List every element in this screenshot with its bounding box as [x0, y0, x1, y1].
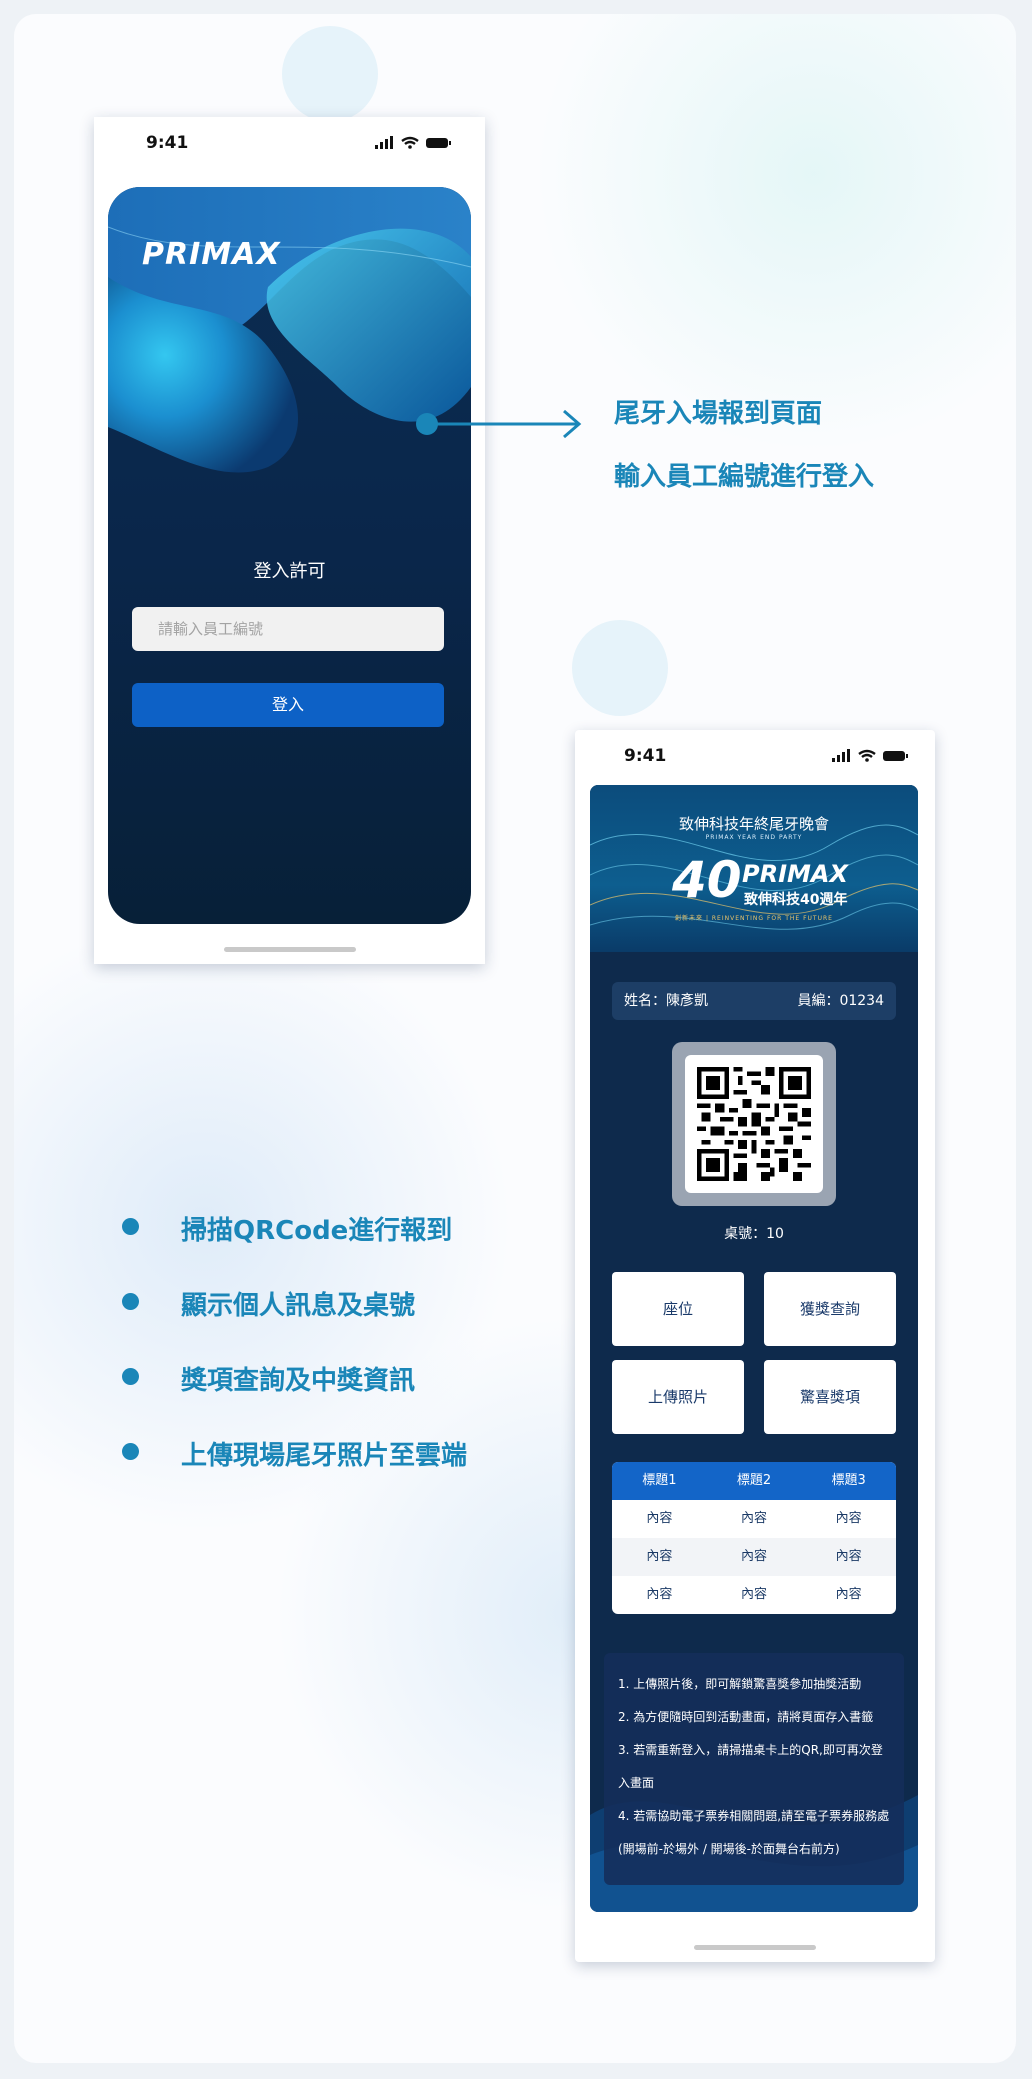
- table-header-cell: 標題3: [831, 1473, 866, 1488]
- employee-info-bar: 姓名：陳彥凱 員編：01234: [612, 982, 896, 1020]
- table-cell: 內容: [646, 1511, 673, 1526]
- status-icons: [831, 748, 911, 767]
- table-cell: 內容: [646, 1549, 673, 1564]
- table-cell: 內容: [835, 1511, 862, 1526]
- note-item: 3. 若需重新登入，請掃描桌卡上的QR,即可再次登入畫面: [618, 1743, 883, 1790]
- qr-code-frame: [672, 1042, 836, 1206]
- bullet-icon: [122, 1218, 139, 1235]
- employee-id: 員編：01234: [797, 993, 884, 1009]
- table-header-row: 標題1 標題2 標題3: [612, 1462, 896, 1500]
- home-indicator: [694, 1945, 816, 1950]
- table-cell: 內容: [835, 1549, 862, 1564]
- table-cell: 內容: [741, 1587, 768, 1602]
- decor-bubble: [572, 620, 668, 716]
- banner-subtitle: PRIMAX YEAR END PARTY: [705, 834, 803, 841]
- status-time: 9:41: [146, 133, 189, 153]
- note-item: 1. 上傳照片後，即可解鎖驚喜獎參加抽獎活動: [618, 1677, 862, 1691]
- banner-slogan: 創新未來 | REINVENTING FOR THE FUTURE: [675, 915, 833, 922]
- table-cell: 內容: [835, 1587, 862, 1602]
- table-number: 桌號：10: [724, 1226, 784, 1242]
- login-phone-mockup: 9:41 PRIMAX 登入許可 請輸入員工編號 登入: [94, 117, 485, 964]
- bullet-icon: [122, 1293, 139, 1310]
- callout-line-2: 輸入員工編號進行登入: [614, 462, 875, 492]
- signal-wifi-battery-icon: [832, 749, 908, 762]
- login-button[interactable]: 登入: [132, 683, 444, 727]
- party-phone-mockup: 9:41 致伸科技年終尾牙晚會 PRIMAX YEAR END PARTY 40…: [575, 730, 935, 1962]
- presentation-canvas: 9:41 PRIMAX 登入許可 請輸入員工編號 登入 尾牙入場報到頁面 輸入員…: [14, 14, 1016, 2063]
- surprise-prize-button[interactable]: 驚喜獎項: [764, 1360, 896, 1434]
- seat-button[interactable]: 座位: [612, 1272, 744, 1346]
- login-hero-art: [108, 187, 471, 473]
- table-cell: 內容: [741, 1549, 768, 1564]
- note-item: 2. 為方便隨時回到活動畫面，請將頁面存入書籤: [618, 1710, 874, 1724]
- status-bar: 9:41: [94, 117, 485, 169]
- qr-code-icon: [697, 1067, 811, 1181]
- home-indicator: [224, 947, 356, 952]
- table-row: 內容 內容 內容: [612, 1538, 896, 1576]
- notes-panel: 1. 上傳照片後，即可解鎖驚喜獎參加抽獎活動 2. 為方便隨時回到活動畫面，請將…: [604, 1653, 904, 1885]
- table-cell: 內容: [646, 1587, 673, 1602]
- award-query-button[interactable]: 獲獎查詢: [764, 1272, 896, 1346]
- table-row: 內容 內容 內容: [612, 1576, 896, 1614]
- login-title: 登入許可: [253, 561, 326, 582]
- status-time: 9:41: [624, 746, 667, 766]
- callout-line-1: 尾牙入場報到頁面: [614, 399, 823, 429]
- anniversary-number: 40: [672, 851, 742, 909]
- status-icons: [374, 135, 454, 154]
- employee-name: 姓名：陳彥凱: [624, 993, 708, 1009]
- table-header-cell: 標題1: [642, 1473, 677, 1488]
- note-item: 4. 若需協助電子票券相關問題,請至電子票券服務處(開場前-於場外 / 開場後-…: [618, 1809, 890, 1856]
- decor-glow: [534, 14, 1016, 454]
- info-table: 標題1 標題2 標題3 內容 內容 內容 內容 內容 內容 內容 內容 內容: [612, 1462, 896, 1614]
- banner-anniversary-text: 致伸科技40週年: [744, 892, 848, 908]
- upload-photo-button[interactable]: 上傳照片: [612, 1360, 744, 1434]
- party-checkin-screen: 致伸科技年終尾牙晚會 PRIMAX YEAR END PARTY 40 PRIM…: [590, 785, 918, 1912]
- table-cell: 內容: [741, 1511, 768, 1526]
- party-banner: 致伸科技年終尾牙晚會 PRIMAX YEAR END PARTY 40 PRIM…: [590, 785, 918, 952]
- callout-arrow: [416, 409, 582, 439]
- bullet-icon: [122, 1443, 139, 1460]
- signal-wifi-battery-icon: [375, 136, 451, 149]
- decor-bubble: [282, 26, 378, 122]
- table-header-cell: 標題2: [736, 1473, 772, 1488]
- employee-id-input[interactable]: 請輸入員工編號: [132, 607, 444, 651]
- login-screen: PRIMAX 登入許可 請輸入員工編號 登入: [108, 187, 471, 924]
- primax-logo: PRIMAX: [142, 237, 281, 272]
- bullet-icon: [122, 1368, 139, 1385]
- banner-primax-logo: PRIMAX: [742, 860, 848, 888]
- table-row: 內容 內容 內容: [612, 1500, 896, 1538]
- status-bar: 9:41: [575, 730, 935, 782]
- banner-title: 致伸科技年終尾牙晚會: [678, 815, 829, 833]
